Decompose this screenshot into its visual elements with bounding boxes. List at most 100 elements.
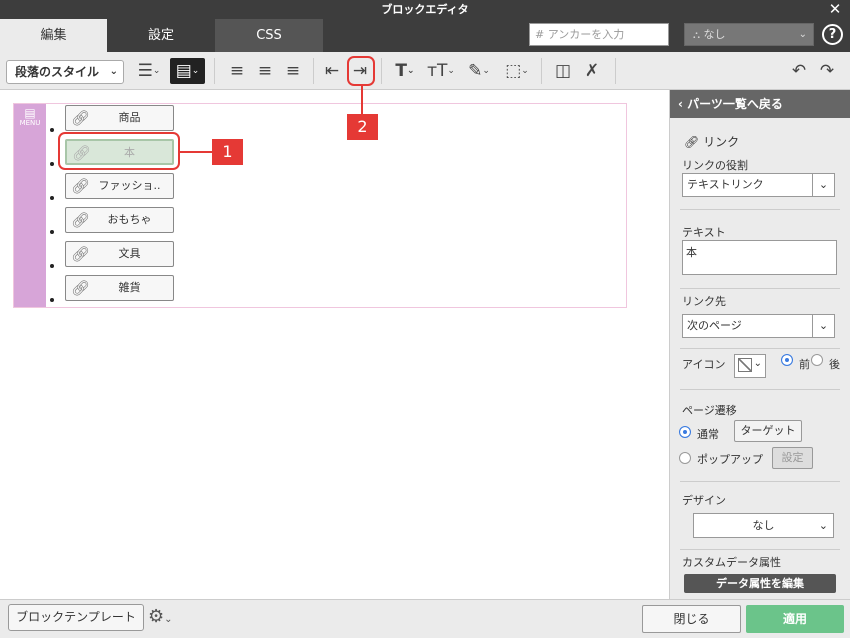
bullet — [50, 230, 54, 234]
tab-settings[interactable]: 設定 — [107, 19, 215, 52]
callout-connector-1 — [180, 151, 212, 153]
custom-attr-label: カスタムデータ属性 — [682, 556, 781, 569]
text-label: テキスト — [682, 226, 726, 239]
icon-after-radio[interactable] — [811, 354, 823, 366]
section-title: 🔗︎ リンク — [684, 133, 739, 150]
anchor-input[interactable]: # アンカーを入力 — [529, 23, 669, 46]
normal-label: 通常 — [697, 428, 719, 441]
link-icon: 🔗︎ — [71, 177, 91, 195]
edit-canvas: ▤ MENU 🔗︎ 商品 🔗︎ 本 🔗︎ ファッショ.. 🔗︎ おもちゃ 🔗︎ 文具 🔗︎… — [0, 90, 669, 599]
menu-item-label: 雑貨 — [118, 281, 141, 294]
icon-after-label: 後 — [829, 358, 840, 371]
menu-item-fashion[interactable]: 🔗︎ ファッショ.. — [65, 173, 174, 199]
menu-item-label: 商品 — [118, 111, 141, 124]
clear-format-icon[interactable]: ✗ — [580, 58, 604, 84]
anchor-placeholder: アンカーを入力 — [547, 28, 625, 41]
popup-label: ポップアップ — [697, 453, 763, 466]
icon-select[interactable]: ⌄ — [734, 354, 766, 378]
menu-item-stationery[interactable]: 🔗︎ 文具 — [65, 241, 174, 267]
tab-css[interactable]: CSS — [215, 19, 323, 52]
menu-icon: ▤ — [24, 106, 36, 120]
chevron-down-icon: ⌄ — [812, 315, 834, 337]
menu-item-label: おもちゃ — [107, 213, 152, 226]
callout-badge-2: 2 — [347, 114, 378, 140]
menu-item-toys[interactable]: 🔗︎ おもちゃ — [65, 207, 174, 233]
tab-bar: 編集 設定 CSS # アンカーを入力 ⛬ なし ⌄ ? — [0, 19, 850, 52]
block-template-button[interactable]: ブロックテンプレート — [8, 604, 144, 631]
target-button[interactable]: ターゲット — [734, 420, 802, 442]
callout-highlight-1 — [58, 132, 180, 170]
link-icon: 🔗︎ — [684, 135, 700, 149]
callout-connector-2 — [361, 86, 363, 114]
apply-button[interactable]: 適用 — [746, 605, 844, 633]
menu-item-products[interactable]: 🔗︎ 商品 — [65, 105, 174, 131]
link-icon: 🔗︎ — [71, 211, 91, 229]
divider — [680, 209, 840, 210]
link-icon: 🔗︎ — [71, 245, 91, 263]
chevron-down-icon: ⌄ — [818, 519, 828, 532]
popup-radio[interactable] — [679, 452, 691, 464]
edit-data-attr-button[interactable]: データ属性を編集 — [684, 574, 836, 593]
bottom-bar: ブロックテンプレート ⚙⌄ 閉じる 適用 — [0, 599, 850, 638]
link-target-select[interactable]: 次のページ ⌄ — [682, 314, 835, 338]
help-icon[interactable]: ? — [822, 24, 843, 45]
transition-label: ページ遷移 — [682, 404, 737, 417]
back-to-parts-button[interactable]: ‹ パーツ一覧へ戻る — [670, 90, 850, 118]
window-title: ブロックエディタ — [0, 0, 850, 19]
link-icon: 🔗︎ — [71, 109, 91, 127]
gear-icon[interactable]: ⚙⌄ — [148, 606, 173, 627]
paragraph-style-select[interactable]: 段落のスタイル ⌄ — [6, 60, 124, 84]
align-center-icon[interactable]: ≡ — [254, 58, 276, 84]
close-button[interactable]: 閉じる — [642, 605, 741, 633]
no-icon-icon — [738, 358, 752, 372]
menu-item-label: 文具 — [118, 247, 141, 260]
popup-settings-button[interactable]: 設定 — [772, 447, 813, 469]
text-size-icon[interactable]: ᴛT ⌄ — [424, 58, 458, 84]
align-right-icon[interactable]: ≡ — [282, 58, 304, 84]
split-block-icon[interactable]: ◫ — [551, 58, 575, 84]
back-label: パーツ一覧へ戻る — [687, 97, 783, 111]
hash-icon: # — [535, 28, 545, 41]
color-picker-icon[interactable]: ✎ ⌄ — [462, 58, 496, 84]
redo-icon[interactable]: ↷ — [816, 58, 838, 84]
role-value: テキストリンク — [687, 178, 764, 191]
chevron-down-icon: ⌄ — [798, 29, 807, 40]
font-size-icon[interactable]: T ⌄ — [390, 58, 420, 84]
chevron-down-icon: ⌄ — [812, 174, 834, 196]
outdent-icon[interactable]: ⇤ — [321, 58, 343, 84]
text-frame-icon[interactable]: ⬚ ⌄ — [500, 58, 534, 84]
text-field[interactable]: 本 — [682, 240, 837, 275]
menu-item-label: ファッショ.. — [98, 179, 161, 192]
target-value: 次のページ — [687, 319, 742, 332]
normal-radio[interactable] — [679, 426, 691, 438]
icon-before-radio[interactable] — [781, 354, 793, 366]
block-format-icon[interactable]: ▤ ⌄ — [170, 58, 205, 84]
menu-item-goods[interactable]: 🔗︎ 雑貨 — [65, 275, 174, 301]
link-role-select[interactable]: テキストリンク ⌄ — [682, 173, 835, 197]
class-icon: ⛬ — [693, 30, 700, 41]
divider — [680, 288, 840, 289]
chevron-left-icon: ‹ — [678, 97, 683, 111]
bullet — [50, 264, 54, 268]
undo-icon[interactable]: ↶ — [788, 58, 810, 84]
design-label: デザイン — [682, 494, 726, 507]
bullet — [50, 196, 54, 200]
class-select[interactable]: ⛬ なし ⌄ — [684, 23, 814, 46]
icon-label: アイコン — [682, 358, 726, 371]
role-label: リンクの役割 — [682, 159, 748, 172]
list-style-icon[interactable]: ☰ ⌄ — [133, 58, 165, 84]
divider — [680, 389, 840, 390]
icon-before-label: 前 — [799, 358, 810, 371]
bullet — [50, 128, 54, 132]
tab-edit[interactable]: 編集 — [0, 19, 107, 52]
callout-badge-1: 1 — [212, 139, 243, 165]
design-select[interactable]: なし ⌄ — [693, 513, 834, 538]
section-title-label: リンク — [703, 135, 740, 149]
menu-label: MENU — [19, 119, 41, 127]
align-left-icon[interactable]: ≡ — [226, 58, 248, 84]
properties-panel: ‹ パーツ一覧へ戻る 🔗︎ リンク リンクの役割 テキストリンク ⌄ テキスト 本… — [669, 90, 850, 599]
close-icon[interactable]: ✕ — [828, 0, 842, 19]
bullet — [50, 298, 54, 302]
paragraph-style-label: 段落のスタイル — [15, 65, 100, 79]
divider — [680, 481, 840, 482]
